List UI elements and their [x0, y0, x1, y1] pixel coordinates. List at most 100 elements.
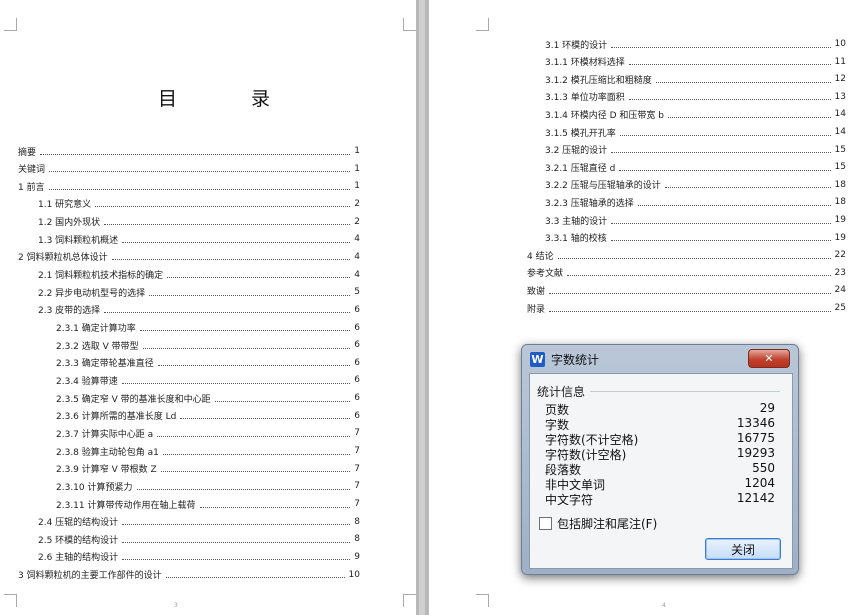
toc-entry[interactable]: 2.4 压辊的结构设计 8	[38, 514, 360, 530]
toc-leader-dots	[165, 577, 345, 579]
toc-entry-label: 2.2 异步电动机型号的选择	[38, 288, 146, 299]
toc-entry[interactable]: 3.2.3 压辊轴承的选择 18	[545, 194, 846, 210]
toc-entry[interactable]: 3.1.5 模孔开孔率 14	[545, 124, 846, 140]
toc-entry[interactable]: 2.5 环模的结构设计 8	[38, 531, 360, 547]
footnotes-checkbox[interactable]	[539, 517, 552, 530]
toc-entry-label: 3.2.2 压辊与压辊轴承的设计	[545, 181, 661, 192]
footnotes-checkbox-row[interactable]: 包括脚注和尾注(F)	[539, 515, 657, 532]
toc-entry-page: 1	[354, 146, 360, 156]
toc-entry[interactable]: 1.1 研究意义 2	[38, 196, 360, 212]
toc-entry[interactable]: 2.3.3 确定带轮基准直径 6	[56, 355, 360, 371]
toc-entry-page: 18	[834, 179, 846, 190]
toc-entry[interactable]: 2.2 异步电动机型号的选择 5	[38, 284, 360, 300]
toc-entry[interactable]: 2.3.7 计算实际中心距 a 7	[56, 425, 360, 441]
toc-entry[interactable]: 1 前言 1	[18, 178, 360, 194]
toc-entry[interactable]: 2.3 皮带的选择 6	[38, 302, 360, 318]
toc-entry-label: 2.3.3 确定带轮基准直径	[56, 359, 154, 370]
toc-entry[interactable]: 3.1.2 模孔压缩比和粗糙度 12	[545, 71, 846, 87]
page-number: 3	[174, 602, 178, 609]
toc-entry-page: 6	[354, 375, 360, 386]
toc-entry-page: 23	[834, 267, 846, 278]
toc-entry[interactable]: 3.2.2 压辊与压辊轴承的设计 18	[545, 177, 846, 193]
toc-entry[interactable]: 3.1.4 环模内径 D 和压带宽 b 14	[545, 106, 846, 122]
toc-entry[interactable]: 2.6 主轴的结构设计 9	[38, 549, 360, 565]
toc-leader-dots	[122, 524, 350, 526]
toc-entry-page: 25	[834, 303, 846, 313]
toc-entry-label: 2.3.5 确定窄 V 带的基准长度和中心距	[56, 394, 211, 405]
toc-entry[interactable]: 2.3.6 计算所需的基准长度 Ld 6	[56, 408, 360, 424]
toc-entry[interactable]: 3.1 环模的设计 10	[545, 36, 846, 52]
toc-entry-label: 2.3.9 计算窄 V 带根数 Z	[56, 465, 157, 476]
toc-entry[interactable]: 附录 25	[527, 300, 846, 316]
toc-leader-dots	[567, 275, 831, 277]
toc-entry-page: 15	[834, 162, 846, 173]
toc-entry-page: 1	[354, 181, 360, 192]
toc-entry[interactable]: 3.1.1 环模材料选择 11	[545, 54, 846, 70]
toc-leader-dots	[610, 240, 831, 242]
toc-entry-label: 3.1.5 模孔开孔率	[545, 128, 616, 139]
toc-leader-dots	[40, 153, 350, 155]
toc-entry[interactable]: 3.2 压辊的设计 15	[545, 142, 846, 158]
toc-entry[interactable]: 2.3.4 验算带速 6	[56, 372, 360, 388]
word-count-dialog: W 字数统计 ✕ 统计信息 页数 29 字数 13346 字符数(不计空格) 16775 字…	[521, 344, 799, 575]
toc-entry-label: 致谢	[527, 286, 546, 297]
toc-entry-page: 6	[354, 357, 360, 368]
toc-leader-dots	[121, 382, 350, 384]
toc-entry-label: 4 结论	[527, 251, 554, 262]
close-button[interactable]: 关闭	[705, 538, 781, 560]
toc-entry[interactable]: 2.3.1 确定计算功率 6	[56, 320, 360, 336]
footnotes-checkbox-label[interactable]: 包括脚注和尾注(F)	[557, 515, 657, 532]
document-page-left: 目 录 摘要 1 关键词 1 1 前言 1 1.1 研究意义 2 1.2 国内外现状 2 1.3 饲…	[0, 0, 416, 615]
toc-leader-dots	[136, 488, 350, 490]
toc-leader-dots	[668, 116, 831, 118]
toc-leader-dots	[199, 506, 350, 508]
toc-entry-page: 6	[354, 322, 360, 333]
toc-entry[interactable]: 3.2.1 压辊直径 d 15	[545, 159, 846, 175]
toc-entry-page: 2	[354, 198, 360, 209]
toc-entry-label: 2.3.4 验算带速	[56, 376, 118, 387]
toc-entry-page: 14	[834, 127, 846, 137]
dialog-titlebar[interactable]: W 字数统计	[530, 351, 599, 368]
toc-entry-label: 2.6 主轴的结构设计	[38, 553, 119, 564]
toc-entry-label: 关键词	[18, 165, 46, 176]
toc-entry[interactable]: 关键词 1	[18, 161, 360, 177]
toc-leader-dots	[149, 294, 350, 296]
toc-entry[interactable]: 致谢 24	[527, 282, 846, 298]
toc-entry[interactable]: 2.3.10 计算预紧力 7	[56, 478, 360, 494]
toc-leader-dots	[111, 259, 350, 261]
toc-entry[interactable]: 3.3.1 轴的校核 19	[545, 230, 846, 246]
toc-leader-dots	[214, 400, 350, 402]
toc-entry-page: 7	[354, 463, 360, 474]
toc-entry[interactable]: 2.1 饲料颗粒机技术指标的确定 4	[38, 267, 360, 283]
toc-leader-dots	[162, 453, 350, 455]
toc-entry[interactable]: 3.3 主轴的设计 19	[545, 212, 846, 228]
toc-entry[interactable]: 3 饲料颗粒机的主要工作部件的设计 10	[18, 567, 360, 583]
stat-label: 中文字符	[545, 493, 594, 507]
toc-entry[interactable]: 2 饲料颗粒机总体设计 4	[18, 249, 360, 265]
toc-entry[interactable]: 4 结论 22	[527, 247, 846, 263]
toc-leader-dots	[611, 222, 831, 224]
toc-entry[interactable]: 2.3.5 确定窄 V 带的基准长度和中心距 6	[56, 390, 360, 406]
toc-entry[interactable]: 摘要 1	[18, 143, 360, 159]
toc-leader-dots	[122, 559, 350, 561]
toc-entry-label: 摘要	[18, 147, 37, 158]
toc-entry[interactable]: 2.3.8 验算主动轮包角 a1 7	[56, 443, 360, 459]
toc-entry[interactable]: 2.3.2 选取 V 带带型 6	[56, 337, 360, 353]
toc-entry-label: 2.3.7 计算实际中心距 a	[56, 429, 154, 440]
close-icon[interactable]: ✕	[748, 349, 790, 368]
toc-entry-label: 3.3.1 轴的校核	[545, 234, 607, 245]
toc-entry[interactable]: 1.2 国内外现状 2	[38, 214, 360, 230]
toc-entry[interactable]: 参考文献 23	[527, 265, 846, 281]
toc-entry-label: 2.4 压辊的结构设计	[38, 518, 119, 529]
toc-entry[interactable]: 2.3.9 计算窄 V 带根数 Z 7	[56, 461, 360, 477]
toc-entry-label: 3.1.2 模孔压缩比和粗糙度	[545, 75, 652, 86]
toc-entry-page: 4	[354, 234, 360, 245]
toc-entry[interactable]: 3.1.3 单位功率面积 13	[545, 89, 846, 105]
toc-entry[interactable]: 2.3.11 计算带传动作用在轴上载荷 7	[56, 496, 360, 512]
dialog-body: 统计信息 页数 29 字数 13346 字符数(不计空格) 16775 字符数(计空格) 19…	[529, 373, 793, 569]
toc-entry-label: 1.2 国内外现状	[38, 218, 101, 229]
toc-entry[interactable]: 1.3 饲料颗粒机概述 4	[38, 231, 360, 247]
toc-leader-dots	[637, 204, 831, 206]
toc-entry-page: 6	[354, 304, 360, 315]
toc-entry-page: 4	[354, 251, 360, 262]
